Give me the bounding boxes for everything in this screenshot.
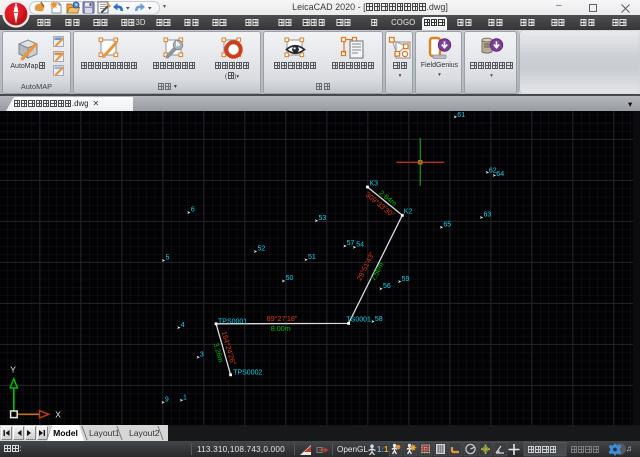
svg-text:89°27'18": 89°27'18"	[267, 314, 298, 323]
svg-text:64: 64	[496, 171, 504, 178]
svg-text:59: 59	[402, 276, 410, 283]
svg-text:56: 56	[383, 283, 391, 290]
svg-text:58: 58	[375, 316, 383, 323]
svg-text:K2: K2	[404, 208, 413, 215]
svg-text:8.00m: 8.00m	[271, 324, 291, 333]
svg-text:TPS0002: TPS0002	[233, 369, 262, 376]
svg-text:1: 1	[183, 394, 187, 401]
svg-text:TS0001: TS0001	[346, 317, 371, 324]
svg-text:K3: K3	[370, 180, 379, 187]
svg-text:53: 53	[319, 215, 327, 222]
svg-text:65: 65	[443, 222, 451, 229]
svg-text:TPS0001: TPS0001	[218, 319, 247, 326]
svg-text:3: 3	[200, 351, 204, 358]
svg-text:Y: Y	[10, 364, 16, 374]
svg-text:5: 5	[166, 255, 170, 262]
svg-text:52: 52	[258, 246, 266, 253]
svg-text:54: 54	[356, 242, 364, 249]
svg-text:63: 63	[484, 212, 492, 219]
svg-text:51: 51	[308, 254, 316, 261]
svg-text:50: 50	[286, 275, 294, 282]
svg-text:X: X	[55, 410, 61, 420]
svg-text:61: 61	[457, 112, 465, 119]
svg-text:4: 4	[181, 322, 185, 329]
svg-text:9: 9	[165, 397, 169, 404]
svg-text:6: 6	[191, 207, 195, 214]
